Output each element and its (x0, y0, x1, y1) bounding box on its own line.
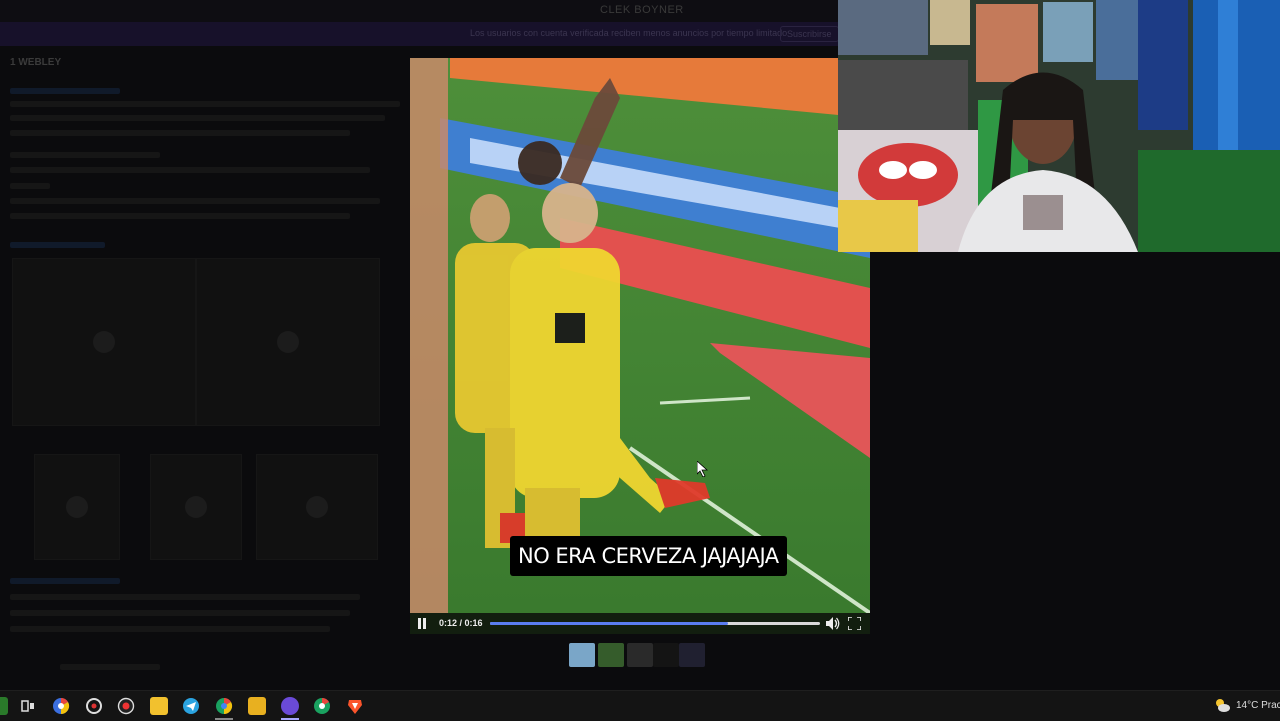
video-player[interactable]: NO ERA CERVEZA JAJAJAJA 0:12 / 0:16 (410, 58, 870, 634)
media-thumbnail[interactable] (653, 643, 679, 667)
webcam-overlay (838, 0, 1280, 252)
section-label: 1 WEBLEY (10, 57, 62, 68)
text-line (10, 101, 400, 107)
video-thumbnail[interactable] (12, 258, 196, 426)
chrome-icon[interactable] (215, 697, 233, 715)
task-view-icon[interactable] (19, 697, 37, 715)
media-thumbnail[interactable] (569, 643, 595, 667)
video-thumbnail[interactable] (256, 454, 378, 560)
text-line (10, 88, 120, 94)
telegram-icon[interactable] (182, 697, 200, 715)
site-header (0, 0, 838, 22)
progress-bar[interactable] (490, 622, 820, 625)
video-thumbnail[interactable] (150, 454, 242, 560)
video-thumbnail[interactable] (196, 258, 380, 426)
text-line (10, 242, 105, 248)
media-thumbnail[interactable] (679, 643, 705, 667)
text-line (10, 213, 350, 219)
app-icon[interactable] (85, 697, 103, 715)
subscribe-button[interactable]: Suscribirse (780, 26, 839, 42)
video-thumbnail[interactable] (34, 454, 120, 560)
notes-icon[interactable] (150, 697, 168, 715)
play-icon (93, 331, 115, 353)
time-display: 0:12 / 0:16 (439, 618, 483, 628)
video-frame (410, 58, 870, 613)
play-icon (185, 496, 207, 518)
play-icon (277, 331, 299, 353)
text-line (10, 578, 120, 584)
fullscreen-icon[interactable] (848, 617, 861, 630)
mouse-cursor-icon (697, 461, 709, 477)
text-line (10, 167, 370, 173)
notice-text: Los usuarios con cuenta verificada recib… (470, 28, 788, 38)
taskbar: 14°C Prac (0, 690, 1280, 721)
chrome-icon[interactable] (313, 697, 331, 715)
start-icon[interactable] (0, 697, 8, 715)
media-thumbnail[interactable] (627, 643, 653, 667)
webcam-feed (838, 0, 1280, 252)
player-controls: 0:12 / 0:16 (410, 613, 870, 634)
weather-text[interactable]: 14°C Prac (1236, 700, 1280, 711)
text-line (10, 610, 350, 616)
text-line (10, 183, 50, 189)
text-line (60, 664, 160, 670)
site-title: CLEK BOYNER (600, 4, 684, 16)
weather-icon[interactable] (1214, 697, 1230, 713)
text-line (10, 152, 160, 158)
brave-icon[interactable] (346, 697, 364, 715)
text-line (10, 130, 350, 136)
media-thumbnail[interactable] (598, 643, 624, 667)
recording-icon[interactable] (117, 697, 135, 715)
text-line (10, 594, 360, 600)
chrome-icon[interactable] (52, 697, 70, 715)
pause-icon[interactable] (417, 618, 427, 629)
file-explorer-icon[interactable] (248, 697, 266, 715)
play-icon (306, 496, 328, 518)
volume-icon[interactable] (826, 617, 840, 630)
video-caption: NO ERA CERVEZA JAJAJAJA (510, 536, 787, 576)
progress-fill (490, 622, 728, 625)
text-line (10, 198, 380, 204)
text-line (10, 115, 385, 121)
play-icon (66, 496, 88, 518)
text-line (10, 626, 330, 632)
discord-icon[interactable] (281, 697, 299, 715)
